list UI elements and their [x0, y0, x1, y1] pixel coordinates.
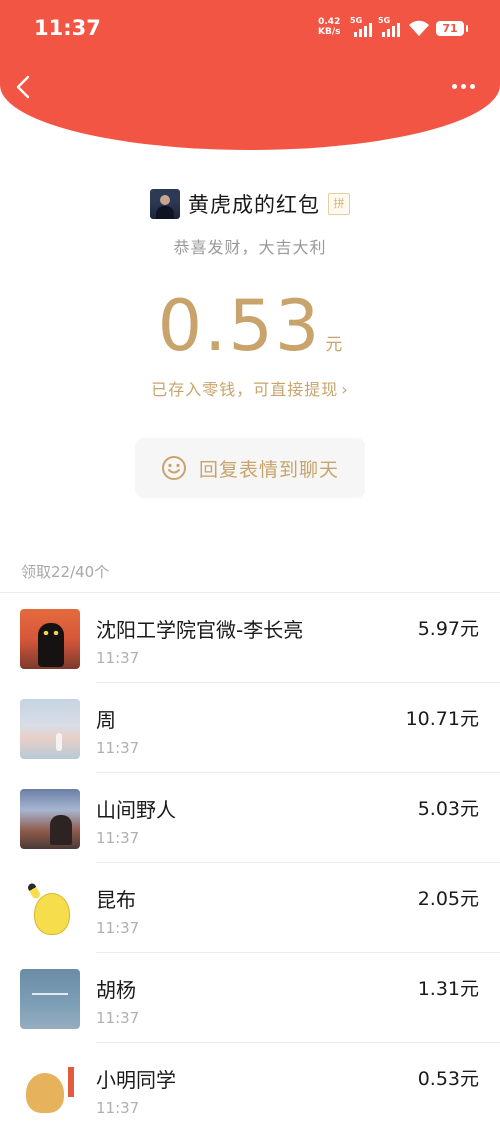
sender-row: 黄虎成的红包 拼: [0, 189, 500, 219]
greeting-text: 恭喜发财，大吉大利: [173, 238, 327, 257]
smiley-icon: [161, 456, 186, 480]
claim-row[interactable]: 胡杨 11:37 1.31元: [0, 953, 500, 1043]
battery-icon: 71: [436, 21, 468, 36]
claimer-name: 山间野人: [96, 798, 176, 822]
wallet-link-label: 已存入零钱，可直接提现: [151, 380, 339, 399]
claimer-name: 小明同学: [96, 1068, 176, 1092]
network-speed-value: 0.42: [318, 17, 341, 27]
claim-row[interactable]: 昆布 11:37 2.05元: [0, 863, 500, 953]
avatar[interactable]: [20, 789, 80, 849]
amount-value: 0.53: [157, 285, 322, 367]
sender-name: 黄虎成的红包: [188, 193, 320, 217]
avatar[interactable]: [20, 609, 80, 669]
claim-row[interactable]: 沈阳工学院官微-李长亮 11:37 5.97元: [0, 593, 500, 683]
claim-time: 11:37: [96, 739, 140, 757]
avatar[interactable]: [20, 1059, 80, 1119]
status-bar: 11:37 0.42 KB/s 5G 5G 71: [0, 0, 500, 60]
claimer-name: 周: [96, 708, 116, 732]
more-dot: [461, 84, 466, 89]
claim-time: 11:37: [96, 649, 140, 667]
wifi-icon: [409, 20, 429, 36]
chevron-right-icon: ›: [341, 380, 349, 399]
claim-time: 11:37: [96, 1099, 140, 1117]
claim-time: 11:37: [96, 919, 140, 937]
status-time: 11:37: [34, 16, 101, 40]
amount-display: 0.53 元: [0, 285, 500, 367]
claim-list: 沈阳工学院官微-李长亮 11:37 5.97元 周 11:37 10.71元 山…: [0, 592, 500, 1133]
claim-amount: 5.97元: [417, 618, 479, 640]
claim-time: 11:37: [96, 1009, 140, 1027]
reply-button-label: 回复表情到聊天: [198, 458, 339, 481]
network-speed: 0.42 KB/s: [318, 17, 340, 37]
signal-icon-sim2: 5G: [378, 16, 400, 37]
claim-amount: 10.71元: [405, 708, 479, 730]
claim-amount: 5.03元: [417, 798, 479, 820]
more-dot: [470, 84, 475, 89]
wallet-link[interactable]: 已存入零钱，可直接提现 ›: [0, 376, 500, 400]
claim-amount: 0.53元: [417, 1068, 479, 1090]
claim-amount: 2.05元: [417, 888, 479, 910]
claim-row[interactable]: 周 11:37 10.71元: [0, 683, 500, 773]
back-button[interactable]: [12, 72, 36, 102]
claim-amount: 1.31元: [417, 978, 479, 1000]
claimer-name: 胡杨: [96, 978, 136, 1002]
signal-icon-sim1: 5G: [350, 16, 372, 37]
avatar[interactable]: [20, 879, 80, 939]
more-dot: [452, 84, 457, 89]
pin-badge: 拼: [328, 193, 350, 215]
amount-unit: 元: [325, 335, 343, 355]
claimer-name: 昆布: [96, 888, 136, 912]
reply-sticker-button[interactable]: 回复表情到聊天: [135, 438, 365, 498]
claim-count: 领取22/40个: [21, 563, 110, 581]
more-options-button[interactable]: [452, 84, 478, 90]
avatar[interactable]: [20, 699, 80, 759]
network-speed-unit: KB/s: [318, 27, 341, 37]
claim-row[interactable]: 山间野人 11:37 5.03元: [0, 773, 500, 863]
avatar[interactable]: [20, 969, 80, 1029]
claim-row[interactable]: 小明同学 11:37 0.53元: [0, 1043, 500, 1133]
sender-avatar[interactable]: [150, 189, 180, 219]
claimer-name: 沈阳工学院官微-李长亮: [96, 618, 304, 642]
claim-time: 11:37: [96, 829, 140, 847]
